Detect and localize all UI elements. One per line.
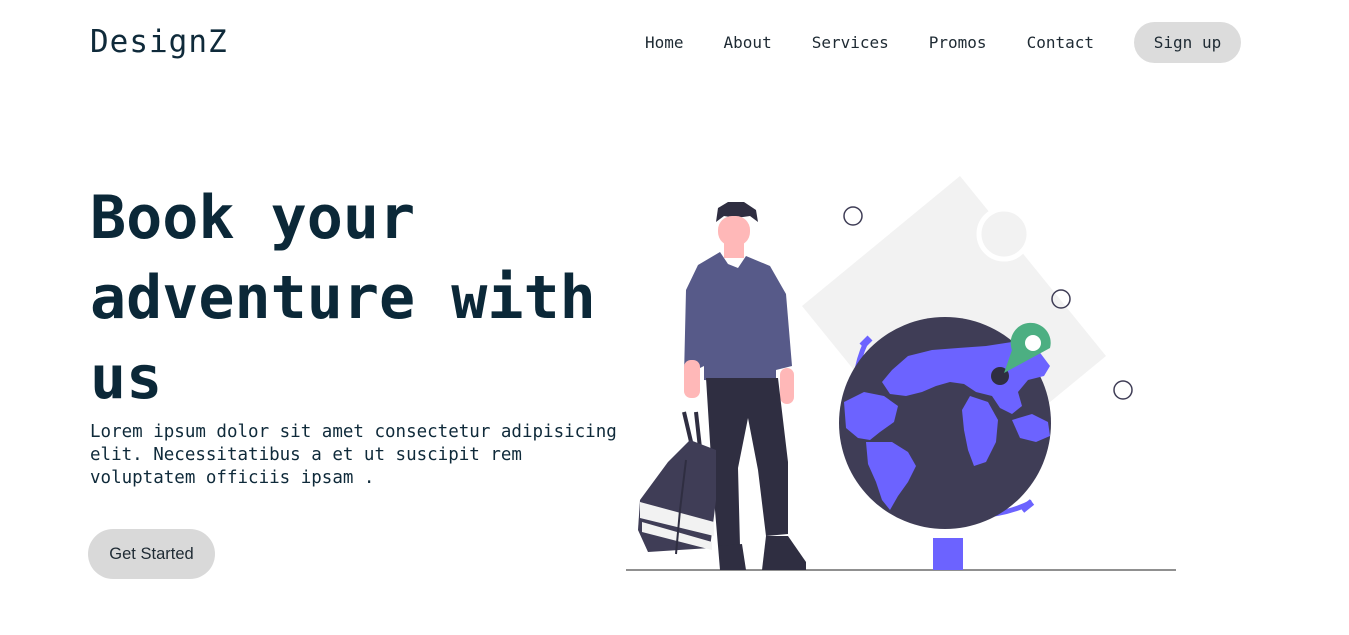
deco-circle-1 bbox=[843, 206, 863, 226]
hero-title: Book your adventure with us bbox=[90, 183, 596, 413]
nav-link-services[interactable]: Services bbox=[812, 33, 889, 52]
signup-button[interactable]: Sign up bbox=[1134, 22, 1241, 63]
nav-link-about[interactable]: About bbox=[724, 33, 772, 52]
nav-link-promos[interactable]: Promos bbox=[929, 33, 987, 52]
nav-link-home[interactable]: Home bbox=[645, 33, 684, 52]
nav-link-contact[interactable]: Contact bbox=[1027, 33, 1094, 52]
travel-illustration bbox=[626, 176, 1176, 571]
main-nav: Home About Services Promos Contact Sign … bbox=[645, 22, 1241, 63]
hero-description: Lorem ipsum dolor sit amet consectetur a… bbox=[90, 422, 617, 488]
deco-circle-3 bbox=[1113, 380, 1133, 400]
get-started-button[interactable]: Get Started bbox=[88, 529, 215, 579]
brand-logo[interactable]: DesignZ bbox=[90, 24, 228, 60]
bag-icon bbox=[638, 411, 716, 555]
